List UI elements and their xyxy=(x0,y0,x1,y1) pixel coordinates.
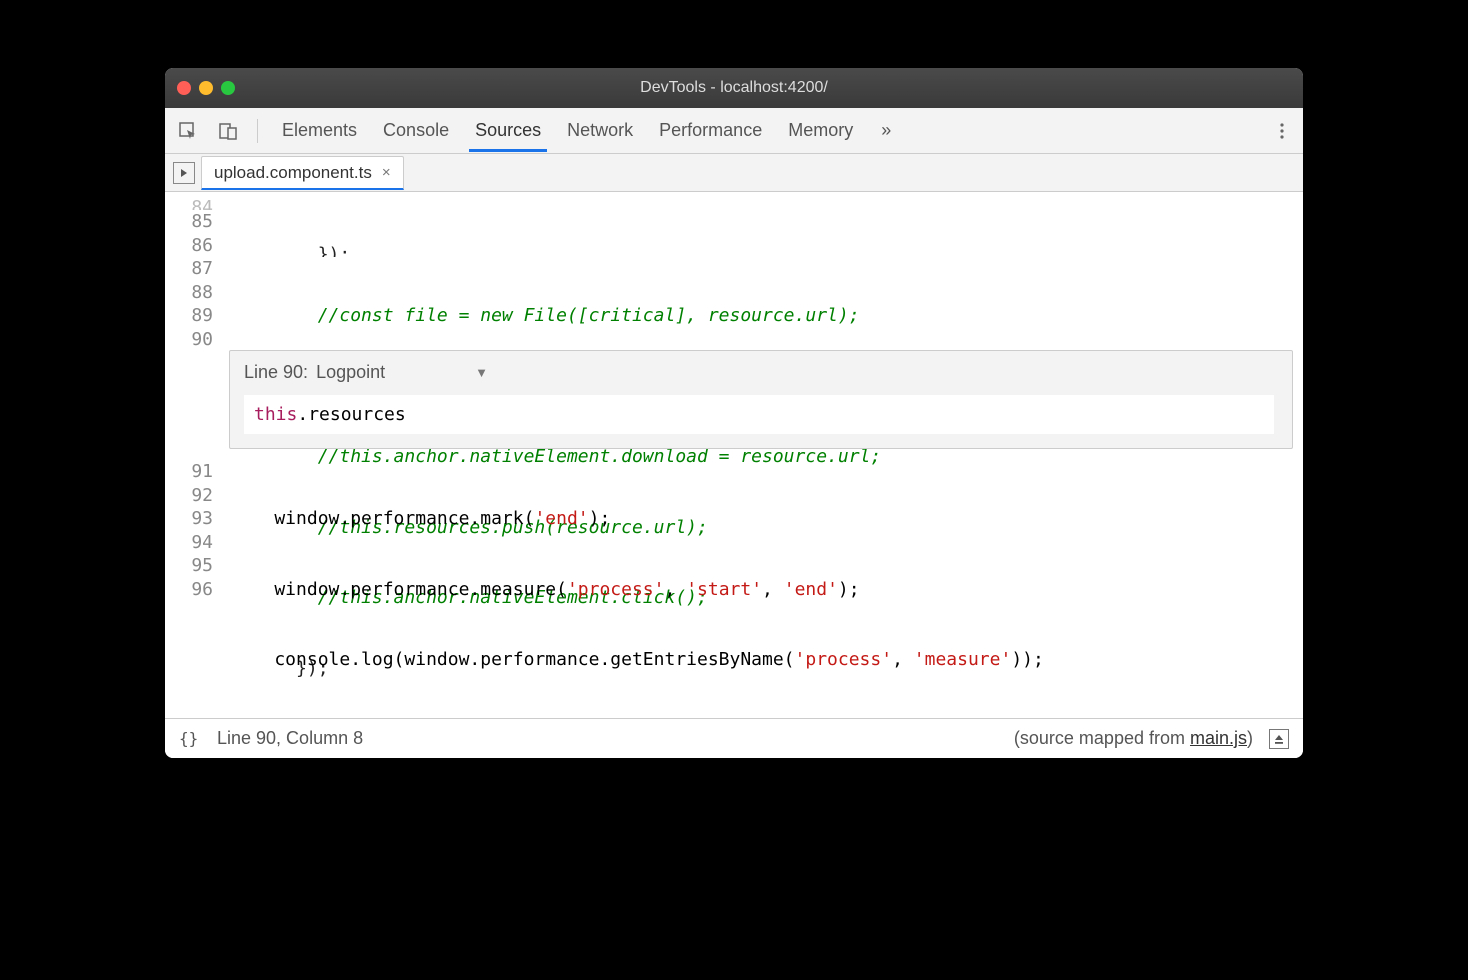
line-number: 92 xyxy=(165,484,213,508)
line-number: 93 xyxy=(165,507,213,531)
source-map-info: (source mapped from main.js) xyxy=(1014,728,1253,749)
devtools-tabbar: Elements Console Sources Network Perform… xyxy=(165,108,1303,154)
code-line: //const file = new File([critical], reso… xyxy=(231,304,1303,328)
svg-text:{}: {} xyxy=(179,730,198,748)
line-number: 96 xyxy=(165,578,213,602)
tabs-overflow-button[interactable]: » xyxy=(873,116,899,145)
breakpoint-header: Line 90: Logpoint ▼ xyxy=(244,361,1278,385)
line-number: 95 xyxy=(165,554,213,578)
tab-elements[interactable]: Elements xyxy=(276,110,363,152)
pretty-print-button[interactable]: {} xyxy=(179,730,201,748)
minimize-window-button[interactable] xyxy=(199,81,213,95)
source-editor[interactable]: 84 85 86 87 88 89 90 }); //const file = … xyxy=(165,192,1303,718)
close-file-tab-button[interactable]: × xyxy=(382,164,391,181)
close-window-button[interactable] xyxy=(177,81,191,95)
tab-sources[interactable]: Sources xyxy=(469,110,547,152)
line-number: 85 xyxy=(165,210,213,234)
tab-network[interactable]: Network xyxy=(561,110,639,152)
settings-menu-button[interactable] xyxy=(1271,117,1293,145)
show-drawer-button[interactable] xyxy=(1269,729,1289,749)
cursor-position: Line 90, Column 8 xyxy=(217,728,363,749)
devtools-window: DevTools - localhost:4200/ Elements Cons… xyxy=(165,68,1303,758)
breakpoint-editor-panel: Line 90: Logpoint ▼ this.resources xyxy=(229,350,1293,449)
tab-performance[interactable]: Performance xyxy=(653,110,768,152)
window-controls xyxy=(177,81,235,95)
line-number: 88 xyxy=(165,281,213,305)
line-number: 86 xyxy=(165,234,213,258)
line-number: 87 xyxy=(165,257,213,281)
titlebar: DevTools - localhost:4200/ xyxy=(165,68,1303,108)
divider xyxy=(257,119,258,143)
token-rest: .resources xyxy=(297,404,405,425)
tab-console[interactable]: Console xyxy=(377,110,455,152)
file-tab-strip: upload.component.ts × xyxy=(165,154,1303,192)
file-tab-name: upload.component.ts xyxy=(214,163,372,183)
line-number: 84 xyxy=(165,196,213,210)
tab-memory[interactable]: Memory xyxy=(782,110,859,152)
chevron-down-icon: ▼ xyxy=(475,361,488,385)
line-gutter: 91 92 93 94 95 96 xyxy=(165,460,221,601)
line-number: 94 xyxy=(165,531,213,555)
inspect-element-icon[interactable] xyxy=(175,118,201,144)
window-title: DevTools - localhost:4200/ xyxy=(165,79,1303,97)
source-map-link[interactable]: main.js xyxy=(1190,728,1247,748)
status-bar: {} Line 90, Column 8 (source mapped from… xyxy=(165,718,1303,758)
maximize-window-button[interactable] xyxy=(221,81,235,95)
code-line: window.performance.mark('end'); xyxy=(231,507,1303,531)
breakpoint-type-value: Logpoint xyxy=(316,361,385,385)
breakpoint-line-label: Line 90: xyxy=(244,361,308,385)
logpoint-expression-input[interactable]: this.resources xyxy=(244,395,1274,435)
line-gutter: 84 85 86 87 88 89 90 xyxy=(165,192,221,718)
code-line: }); xyxy=(231,243,1303,257)
navigator-toggle-icon[interactable] xyxy=(173,162,195,184)
code-area[interactable]: window.performance.mark('end'); window.p… xyxy=(231,460,1303,718)
code-line: window.performance.measure('process', 's… xyxy=(231,578,1303,602)
device-toolbar-icon[interactable] xyxy=(215,118,241,144)
file-tab[interactable]: upload.component.ts × xyxy=(201,156,404,190)
line-number: 89 xyxy=(165,304,213,328)
code-line: console.log(window.performance.getEntrie… xyxy=(231,648,1303,672)
breakpoint-type-dropdown[interactable]: Logpoint ▼ xyxy=(316,361,488,385)
line-number: 91 xyxy=(165,460,213,484)
token-this: this xyxy=(254,404,297,425)
line-number: 90 xyxy=(165,328,213,352)
